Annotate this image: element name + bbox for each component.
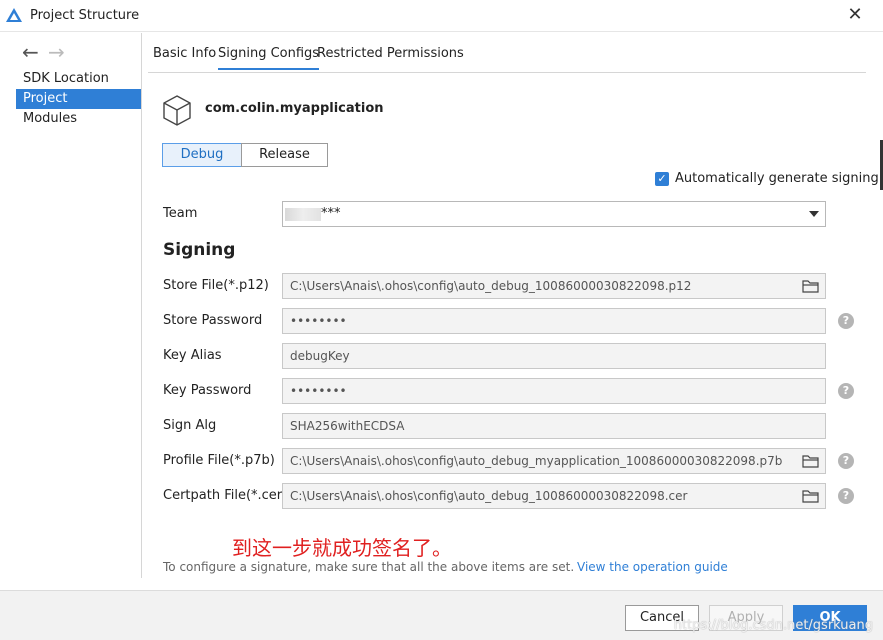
certpath-file-help-icon[interactable]: ? xyxy=(838,488,854,504)
team-value: *** xyxy=(321,206,341,221)
team-blurred-value xyxy=(285,208,321,221)
store-password-help-icon[interactable]: ? xyxy=(838,313,854,329)
folder-icon[interactable] xyxy=(802,279,819,293)
key-password-label: Key Password xyxy=(163,383,252,398)
module-cube-icon xyxy=(163,95,191,126)
annotation-text: 到这一步就成功签名了。 xyxy=(232,536,452,560)
tab-basic-info[interactable]: Basic Info xyxy=(153,46,216,61)
profile-file-help-icon[interactable]: ? xyxy=(838,453,854,469)
folder-icon[interactable] xyxy=(802,489,819,503)
sidebar-item-modules[interactable]: Modules xyxy=(16,109,141,129)
nav-arrows: ← → xyxy=(22,42,72,63)
chevron-down-icon xyxy=(809,211,819,217)
module-name: com.colin.myapplication xyxy=(205,101,384,116)
profile-file-label: Profile File(*.p7b) xyxy=(163,453,275,468)
operation-guide-link[interactable]: View the operation guide xyxy=(577,560,728,574)
forward-arrow-icon[interactable]: → xyxy=(48,42,66,63)
sidebar-item-sdk-location[interactable]: SDK Location xyxy=(16,69,141,89)
store-password-value: •••••••• xyxy=(290,314,347,328)
team-label: Team xyxy=(163,206,198,221)
signature-hint: To configure a signature, make sure that… xyxy=(163,560,575,574)
key-password-input[interactable]: •••••••• xyxy=(282,378,826,404)
key-alias-label: Key Alias xyxy=(163,348,222,363)
key-password-value: •••••••• xyxy=(290,384,347,398)
team-select[interactable]: *** xyxy=(282,201,826,227)
tab-bar: Basic Info Signing Configs Restricted Pe… xyxy=(148,42,866,73)
certpath-file-value: C:\Users\Anais\.ohos\config\auto_debug_1… xyxy=(290,489,688,503)
release-toggle-button[interactable]: Release xyxy=(241,143,328,167)
store-file-input[interactable]: C:\Users\Anais\.ohos\config\auto_debug_1… xyxy=(282,273,826,299)
key-alias-value: debugKey xyxy=(290,349,350,363)
app-logo-icon xyxy=(6,8,22,22)
watermark: https://blog.csdn.net/gsrkuang xyxy=(673,618,873,633)
tab-restricted-permissions[interactable]: Restricted Permissions xyxy=(317,46,464,61)
certpath-file-label: Certpath File(*.cer) xyxy=(163,488,288,503)
certpath-file-input[interactable]: C:\Users\Anais\.ohos\config\auto_debug_1… xyxy=(282,483,826,509)
sign-alg-value: SHA256withECDSA xyxy=(290,419,405,433)
store-password-input[interactable]: •••••••• xyxy=(282,308,826,334)
store-file-label: Store File(*.p12) xyxy=(163,278,269,293)
key-alias-input[interactable]: debugKey xyxy=(282,343,826,369)
profile-file-input[interactable]: C:\Users\Anais\.ohos\config\auto_debug_m… xyxy=(282,448,826,474)
folder-icon[interactable] xyxy=(802,454,819,468)
window-title: Project Structure xyxy=(30,8,140,23)
auto-signing-checkbox[interactable]: ✓ xyxy=(655,172,669,186)
sign-alg-label: Sign Alg xyxy=(163,418,217,433)
back-arrow-icon[interactable]: ← xyxy=(22,42,40,63)
sidebar-item-project[interactable]: Project xyxy=(16,89,141,109)
debug-toggle-button[interactable]: Debug xyxy=(162,143,242,167)
close-icon[interactable]: ✕ xyxy=(845,6,865,26)
signing-section-title: Signing xyxy=(163,240,236,260)
store-file-value: C:\Users\Anais\.ohos\config\auto_debug_1… xyxy=(290,279,692,293)
sign-alg-input[interactable]: SHA256withECDSA xyxy=(282,413,826,439)
key-password-help-icon[interactable]: ? xyxy=(838,383,854,399)
profile-file-value: C:\Users\Anais\.ohos\config\auto_debug_m… xyxy=(290,454,783,468)
auto-signing-label: Automatically generate signing xyxy=(675,171,879,186)
title-bar: Project Structure ✕ xyxy=(0,0,883,32)
tab-signing-configs[interactable]: Signing Configs xyxy=(218,46,320,70)
store-password-label: Store Password xyxy=(163,313,263,328)
sidebar: ← → SDK Location Project Modules xyxy=(0,33,142,578)
